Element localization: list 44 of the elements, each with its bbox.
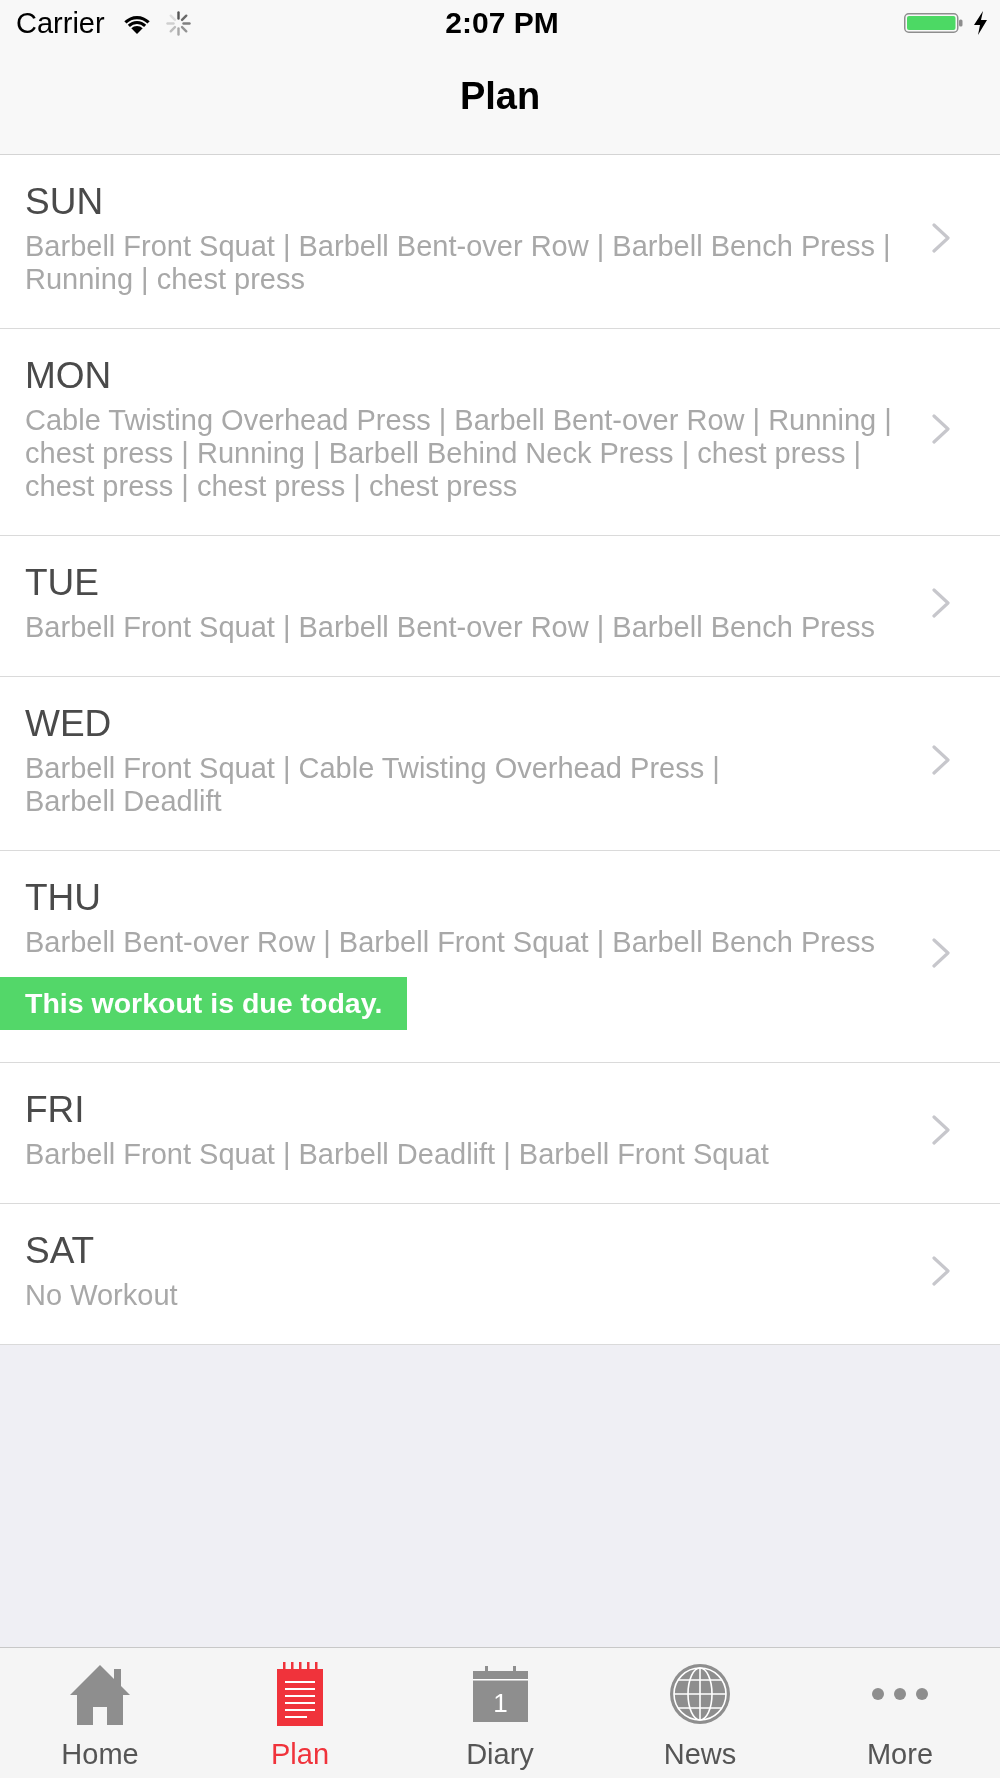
day-label: FRI [25,1088,86,1132]
exercise-list-text: No Workout [25,1279,179,1312]
day-label: THU [25,876,103,920]
chevron-right-icon [932,938,950,968]
exercise-list-text: Barbell Front Squat | Barbell Bent-over Row | Barbell Bench Press | Running | chest press [25,230,892,296]
plan-day-row[interactable]: SUN Barbell Front Squat | Barbell Bent-over Row | Barbell Bench Press | Running | chest press [0,155,1000,329]
day-label: MON [25,354,113,398]
due-today-banner: This workout is due today. [0,977,408,1030]
plan-day-row[interactable]: THU Barbell Bent-over Row | Barbell Front Squat | Barbell Bench Press This workout is due today. [0,851,1000,1063]
battery-icon [904,13,963,33]
chevron-right-icon [932,745,950,775]
house-icon [70,1663,130,1725]
plan-day-row[interactable]: WED Barbell Front Squat | Cable Twisting Overhead Press | Barbell Deadlift [0,677,1000,851]
globe-icon [670,1664,730,1724]
exercise-list-text: Barbell Front Squat | Barbell Deadlift | Barbell Front Squat [25,1138,770,1171]
chevron-right-icon [932,413,950,444]
plan-day-row[interactable]: TUE Barbell Front Squat | Barbell Bent-over Row | Barbell Bench Press [0,536,1000,677]
day-label: WED [25,702,113,746]
exercise-list-text: Barbell Bent-over Row | Barbell Front Squat | Barbell Bench Press [25,926,877,959]
plan-day-row[interactable]: FRI Barbell Front Squat | Barbell Deadlift | Barbell Front Squat [0,1063,1000,1204]
tab-bar-item[interactable]: More [800,1648,1000,1778]
status-time: 2:07 PM [445,6,559,40]
day-label: TUE [25,561,100,605]
tab-bar-item[interactable]: Plan [200,1648,400,1778]
plan-day-row[interactable]: SAT No Workout [0,1204,1000,1345]
exercise-list-text: Barbell Front Squat | Barbell Bent-over Row | Barbell Bench Press [25,611,877,644]
exercise-list-text: Cable Twisting Overhead Press | Barbell Bent-over Row | Running | chest press | Running | Barbell Behind Neck Press | chest press | chest press | chest press | chest press [25,404,893,503]
activity-spinner-icon [165,10,191,36]
tab-bar-item[interactable]: Home [0,1648,200,1778]
plan-day-row[interactable]: MON Cable Twisting Overhead Press | Barbell Bent-over Row | Running | chest press | Running | Barbell Behind Neck Press | chest press | chest press | chest press | chest press [0,329,1000,536]
day-label: SUN [25,180,105,224]
carrier-name: Carrier [16,6,105,40]
more-dots-icon [872,1688,928,1700]
nav-title: Plan [459,74,541,118]
chevron-right-icon [932,1255,950,1286]
chevron-right-icon [932,587,950,618]
notepad-icon [277,1662,323,1726]
chevron-right-icon [932,1114,950,1145]
charging-bolt-icon [973,11,988,35]
exercise-list-text: Barbell Front Squat | Cable Twisting Overhead Press | Barbell Deadlift [25,752,721,818]
tab-bar-item[interactable]: News [600,1648,800,1778]
tab-bar-item[interactable]: 1 Diary [400,1648,600,1778]
chevron-right-icon [932,223,950,253]
day-label: SAT [25,1229,96,1273]
